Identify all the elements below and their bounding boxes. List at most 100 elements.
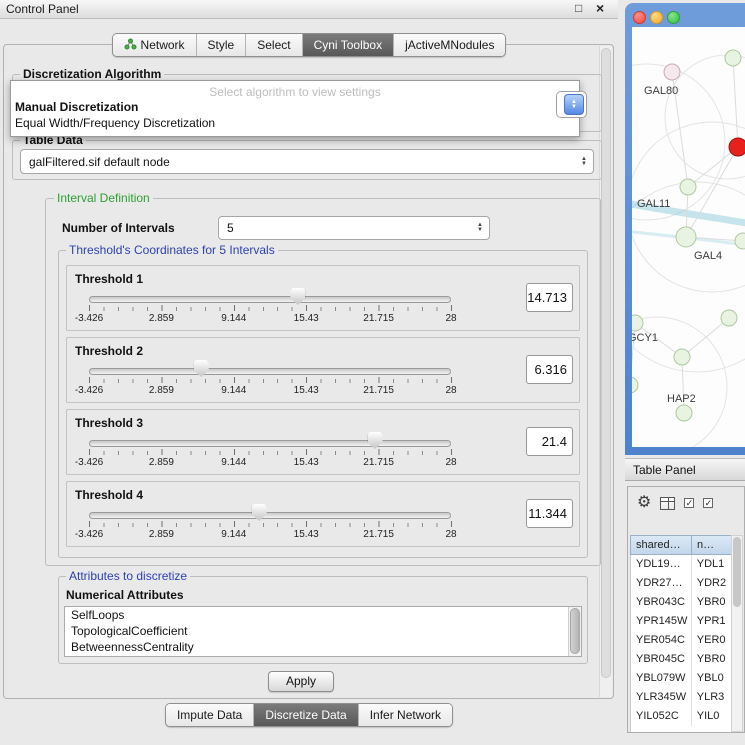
tab-network[interactable]: Network — [113, 34, 196, 56]
table-row[interactable]: YBR045CYBR0 — [631, 650, 732, 669]
tab-label: Select — [257, 38, 290, 52]
network-node[interactable] — [735, 233, 745, 249]
scrollbar-thumb[interactable] — [570, 608, 580, 654]
table-cell: YLR345W — [631, 688, 692, 707]
checkbox-icon[interactable]: ✓ — [684, 498, 694, 508]
combo-spinner-icon[interactable]: ▲ ▼ — [564, 94, 584, 115]
panel-title: Control Panel — [6, 2, 79, 16]
table-scrollbar[interactable] — [731, 535, 743, 732]
scale-label: 21.715 — [363, 529, 394, 540]
slider-major-ticks — [89, 377, 453, 383]
table-row[interactable]: YBR043CYBR0 — [631, 593, 732, 612]
number-of-intervals-label: Number of Intervals — [62, 221, 175, 235]
algorithm-option[interactable]: Manual Discretization — [11, 99, 579, 115]
network-node[interactable] — [680, 179, 696, 195]
close-traffic-light-icon[interactable] — [633, 11, 646, 24]
list-scrollbar[interactable] — [568, 607, 581, 656]
scrollbar-thumb[interactable] — [733, 537, 741, 607]
network-node[interactable] — [676, 405, 692, 421]
table-cell: YLR3 — [692, 688, 732, 707]
table-data-value: galFiltered.sif default node — [29, 155, 170, 169]
tab-impute-data[interactable]: Impute Data — [166, 704, 253, 726]
network-node[interactable] — [721, 310, 737, 326]
column-header-shared[interactable]: shared… — [630, 535, 692, 555]
tab-jactivemnodules[interactable]: jActiveMNodules — [393, 34, 505, 56]
table-cell: YIL0 — [692, 707, 732, 726]
scale-label: -3.426 — [75, 385, 103, 396]
scale-label: 9.144 — [221, 313, 246, 324]
network-node[interactable] — [729, 138, 745, 156]
table-row[interactable]: YDL19…YDL1 — [631, 555, 732, 574]
tab-discretize-data[interactable]: Discretize Data — [253, 704, 357, 726]
threshold-value-input[interactable]: 14.713 — [526, 283, 573, 312]
network-edge — [733, 58, 738, 147]
number-of-intervals-combobox[interactable]: 5 ▲ ▼ — [218, 216, 490, 240]
tab-label: Network — [141, 38, 185, 52]
scale-label: 15.43 — [294, 313, 319, 324]
table-cell: YIL052C — [631, 707, 692, 726]
table-row[interactable]: YLR345WYLR3 — [631, 688, 732, 707]
scale-label: 21.715 — [363, 385, 394, 396]
tab-style[interactable]: Style — [196, 34, 246, 56]
gear-icon[interactable]: ⚙ — [637, 495, 651, 511]
control-panel-titlebar: Control Panel — [0, 0, 618, 19]
network-canvas[interactable]: GAL80GAL11GAL4GCY1HAP2 — [632, 27, 745, 447]
network-node[interactable] — [674, 349, 690, 365]
table-data-combobox[interactable]: galFiltered.sif default node ▲ ▼ — [20, 149, 594, 174]
threshold-label: Threshold 3 — [75, 416, 143, 430]
tab-label: Style — [208, 38, 235, 52]
zoom-traffic-light-icon[interactable] — [667, 11, 680, 24]
close-icon[interactable]: × — [596, 0, 604, 16]
table-row[interactable]: YBL079WYBL0 — [631, 669, 732, 688]
network-node-label: GCY1 — [632, 332, 658, 344]
scrollbar-thumb[interactable] — [601, 48, 611, 678]
slider-track[interactable] — [89, 296, 451, 303]
slider-track[interactable] — [89, 368, 451, 375]
network-node[interactable] — [676, 227, 696, 247]
numerical-attributes-list[interactable]: SelfLoopsTopologicalCoefficientBetweenne… — [64, 606, 582, 657]
table-cell: YBL0 — [692, 669, 732, 688]
threshold-value-input[interactable]: 11.344 — [526, 499, 573, 528]
checkbox-icon[interactable]: ✓ — [703, 498, 713, 508]
scale-label: 21.715 — [363, 313, 394, 324]
slider-track[interactable] — [89, 440, 451, 447]
list-item[interactable]: SelfLoops — [65, 607, 581, 623]
table-row[interactable]: YIL052CYIL0 — [631, 707, 732, 726]
tab-cyni-toolbox[interactable]: Cyni Toolbox — [302, 34, 393, 56]
apply-button[interactable]: Apply — [268, 671, 334, 692]
threshold-value-input[interactable]: 6.316 — [526, 355, 573, 384]
scale-label: 9.144 — [221, 385, 246, 396]
algorithm-combobox-end[interactable]: ▲ ▼ — [556, 91, 587, 118]
column-header-name[interactable]: n… — [692, 535, 733, 555]
table-row[interactable]: YDR27…YDR2 — [631, 574, 732, 593]
threshold-panel: Threshold 2 6.316 -3.4262.8599.14415.432… — [66, 337, 580, 403]
tab-label: Infer Network — [370, 708, 441, 722]
list-item[interactable]: BetweennessCentrality — [65, 639, 581, 655]
combo-spinner-icon[interactable]: ▲ ▼ — [477, 223, 483, 233]
table-row[interactable]: YPR145WYPR1 — [631, 612, 732, 631]
threshold-panel: Threshold 3 21.4 -3.4262.8599.14415.4321… — [66, 409, 580, 475]
attribute-items: SelfLoopsTopologicalCoefficientBetweenne… — [65, 607, 581, 655]
algorithm-option[interactable]: Equal Width/Frequency Discretization — [11, 115, 579, 131]
table-row[interactable]: YER054CYER0 — [631, 631, 732, 650]
scale-label: -3.426 — [75, 529, 103, 540]
network-node[interactable] — [632, 315, 643, 331]
slider-track[interactable] — [89, 512, 451, 519]
popup-hint: Select algorithm to view settings — [11, 81, 579, 99]
network-node[interactable] — [725, 50, 741, 66]
table-columns-icon[interactable] — [660, 497, 675, 510]
network-node[interactable] — [664, 64, 680, 80]
slider-major-ticks — [89, 449, 453, 455]
network-edge — [688, 147, 738, 187]
threshold-value-input[interactable]: 21.4 — [526, 427, 573, 456]
minimize-traffic-light-icon[interactable] — [650, 11, 663, 24]
list-item[interactable]: TopologicalCoefficient — [65, 623, 581, 639]
combo-spinner-icon[interactable]: ▲ ▼ — [581, 157, 587, 167]
table-cell: YDL1 — [692, 555, 732, 574]
tab-infer-network[interactable]: Infer Network — [358, 704, 452, 726]
popup-options: Manual DiscretizationEqual Width/Frequen… — [11, 99, 579, 131]
float-window-icon[interactable]: □ — [575, 1, 582, 15]
network-node[interactable] — [632, 377, 638, 393]
tab-select[interactable]: Select — [245, 34, 301, 56]
network-node-label: HAP2 — [667, 393, 696, 405]
